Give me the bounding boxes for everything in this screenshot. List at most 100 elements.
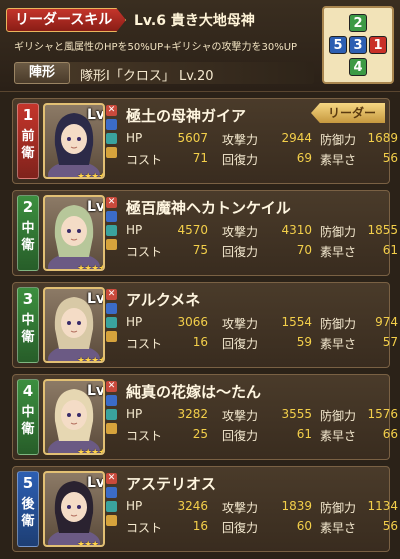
stat-value-hp: 3282	[177, 407, 208, 421]
position-number: 2	[22, 198, 34, 216]
member-stats: HP 5607 攻撃力 2944 防御力 1689 コスト 71 回復力 69 …	[126, 131, 398, 171]
stat-value-attack: 4310	[281, 223, 312, 237]
stat-value-attack: 1554	[281, 315, 312, 329]
element-icon	[106, 501, 117, 512]
position-tag: 1 前衛	[17, 103, 39, 179]
stat-value-hp: 3066	[177, 315, 208, 329]
grid-cell-3: 3	[349, 36, 367, 54]
type-icon	[106, 423, 117, 434]
stat-label-speed: 素早さ	[320, 429, 357, 443]
cancel-icon[interactable]: ✕	[106, 197, 117, 208]
member-level: Lv120	[87, 383, 105, 399]
stat-value-cost: 71	[192, 151, 208, 165]
stat-value-attack: 1839	[281, 499, 312, 513]
position-number: 3	[22, 290, 34, 308]
element-icon	[106, 317, 117, 328]
stat-label-defense: 防御力	[320, 409, 357, 423]
stat-label-hp: HP	[126, 223, 143, 237]
leader-skill-name: 貴き大地母神	[170, 13, 255, 29]
stat-value-cost: 75	[192, 243, 208, 257]
type-icon	[106, 239, 117, 250]
member-stats: HP 3282 攻撃力 3555 防御力 1576 コスト 25 回復力 61 …	[126, 407, 398, 447]
type-icon	[106, 331, 117, 342]
leader-skill-description: ギリシャと風属性のHPを50%UP+ギリシャの攻撃力を30%UP	[14, 42, 298, 53]
member-portrait[interactable]: Lv60 ★★★	[43, 471, 105, 547]
position-number: 1	[22, 106, 34, 124]
stat-label-cost: コスト	[126, 521, 163, 535]
formation-name: 隊形Ⅰ「クロス」 Lv.20	[80, 69, 214, 84]
stat-value-attack: 2944	[281, 131, 312, 145]
leader-skill-tag: リーダースキル	[6, 8, 126, 32]
position-tag: 3 中衛	[17, 287, 39, 363]
status-icons: ✕	[106, 105, 118, 161]
stat-label-defense: 防御力	[320, 133, 357, 147]
stat-label-defense: 防御力	[320, 225, 357, 239]
stat-value-defense: 1855	[367, 223, 398, 237]
party-member-card[interactable]: 5 後衛 Lv60 ★★★ ✕ アステリオス HP 3246	[12, 466, 398, 552]
stat-label-recovery: 回復力	[222, 245, 259, 259]
stat-label-attack: 攻撃力	[222, 409, 259, 423]
member-name: アステリオス	[126, 475, 217, 493]
position-tag: 5 後衛	[17, 471, 39, 547]
position-number: 5	[22, 474, 34, 492]
party-member-card[interactable]: 4 中衛 Lv120 ★★★★★ ✕ 純真の花嫁は〜たん HP	[12, 374, 398, 460]
member-portrait[interactable]: Lv60 ★★★★	[43, 287, 105, 363]
skill-icon	[106, 395, 117, 406]
stat-label-speed: 素早さ	[320, 337, 357, 351]
stat-label-hp: HP	[126, 315, 143, 329]
rarity-stars: ★★★★	[77, 356, 105, 363]
stat-label-attack: 攻撃力	[222, 133, 259, 147]
grid-cell-4: 4	[349, 58, 367, 76]
member-name: 極土の母神ガイア	[126, 107, 247, 125]
stat-value-speed: 66	[382, 427, 398, 441]
stat-label-attack: 攻撃力	[222, 501, 259, 515]
position-row: 後衛	[21, 497, 35, 529]
position-row: 中衛	[21, 313, 35, 345]
stat-value-defense: 1134	[367, 499, 398, 513]
formation-grid: 2 5 3 1 4	[322, 6, 394, 84]
stat-value-cost: 25	[192, 427, 208, 441]
stat-value-speed: 56	[382, 519, 398, 533]
stat-label-cost: コスト	[126, 337, 163, 351]
stat-label-cost: コスト	[126, 153, 163, 167]
party-member-card[interactable]: 2 中衛 Lv150 ★★★★★ ✕ 極百魔神ヘカトンケイル HP	[12, 190, 398, 276]
rarity-stars: ★★★★★	[77, 448, 105, 455]
grid-cell-1: 1	[369, 36, 387, 54]
rarity-stars: ★★★★★	[77, 264, 105, 271]
status-icons: ✕	[106, 197, 118, 253]
status-icons: ✕	[106, 381, 118, 437]
position-tag: 2 中衛	[17, 195, 39, 271]
party-member-card[interactable]: 3 中衛 Lv60 ★★★★ ✕ アルクメネ HP 3066	[12, 282, 398, 368]
grid-cell-5: 5	[329, 36, 347, 54]
member-level: Lv150	[87, 199, 105, 215]
stat-value-recovery: 70	[296, 243, 312, 257]
member-name: 純真の花嫁は〜たん	[126, 383, 262, 401]
type-icon	[106, 147, 117, 158]
cancel-icon[interactable]: ✕	[106, 473, 117, 484]
stat-value-speed: 56	[382, 151, 398, 165]
stat-label-recovery: 回復力	[222, 337, 259, 351]
position-row: 中衛	[21, 405, 35, 437]
skill-icon	[106, 487, 117, 498]
party-member-card[interactable]: 1 前衛 Lv110 ★★★★★ ✕ 極土の母神ガイア HP	[12, 98, 398, 184]
member-name: アルクメネ	[126, 291, 201, 309]
leader-skill-title: Lv.6 貴き大地母神	[134, 10, 255, 30]
member-portrait[interactable]: Lv110 ★★★★★	[43, 103, 105, 179]
formation-row: 陣形 隊形Ⅰ「クロス」 Lv.20	[14, 62, 314, 84]
stat-value-attack: 3555	[281, 407, 312, 421]
stat-label-speed: 素早さ	[320, 245, 357, 259]
cancel-icon[interactable]: ✕	[106, 105, 117, 116]
stat-value-cost: 16	[192, 519, 208, 533]
stat-value-cost: 16	[192, 335, 208, 349]
position-tag: 4 中衛	[17, 379, 39, 455]
cancel-icon[interactable]: ✕	[106, 381, 117, 392]
member-portrait[interactable]: Lv150 ★★★★★	[43, 195, 105, 271]
element-icon	[106, 133, 117, 144]
formation-tag: 陣形	[14, 62, 70, 84]
member-portrait[interactable]: Lv120 ★★★★★	[43, 379, 105, 455]
position-row: 中衛	[21, 221, 35, 253]
cancel-icon[interactable]: ✕	[106, 289, 117, 300]
skill-icon	[106, 303, 117, 314]
rarity-stars: ★★★★★	[77, 172, 105, 179]
stat-label-recovery: 回復力	[222, 521, 259, 535]
